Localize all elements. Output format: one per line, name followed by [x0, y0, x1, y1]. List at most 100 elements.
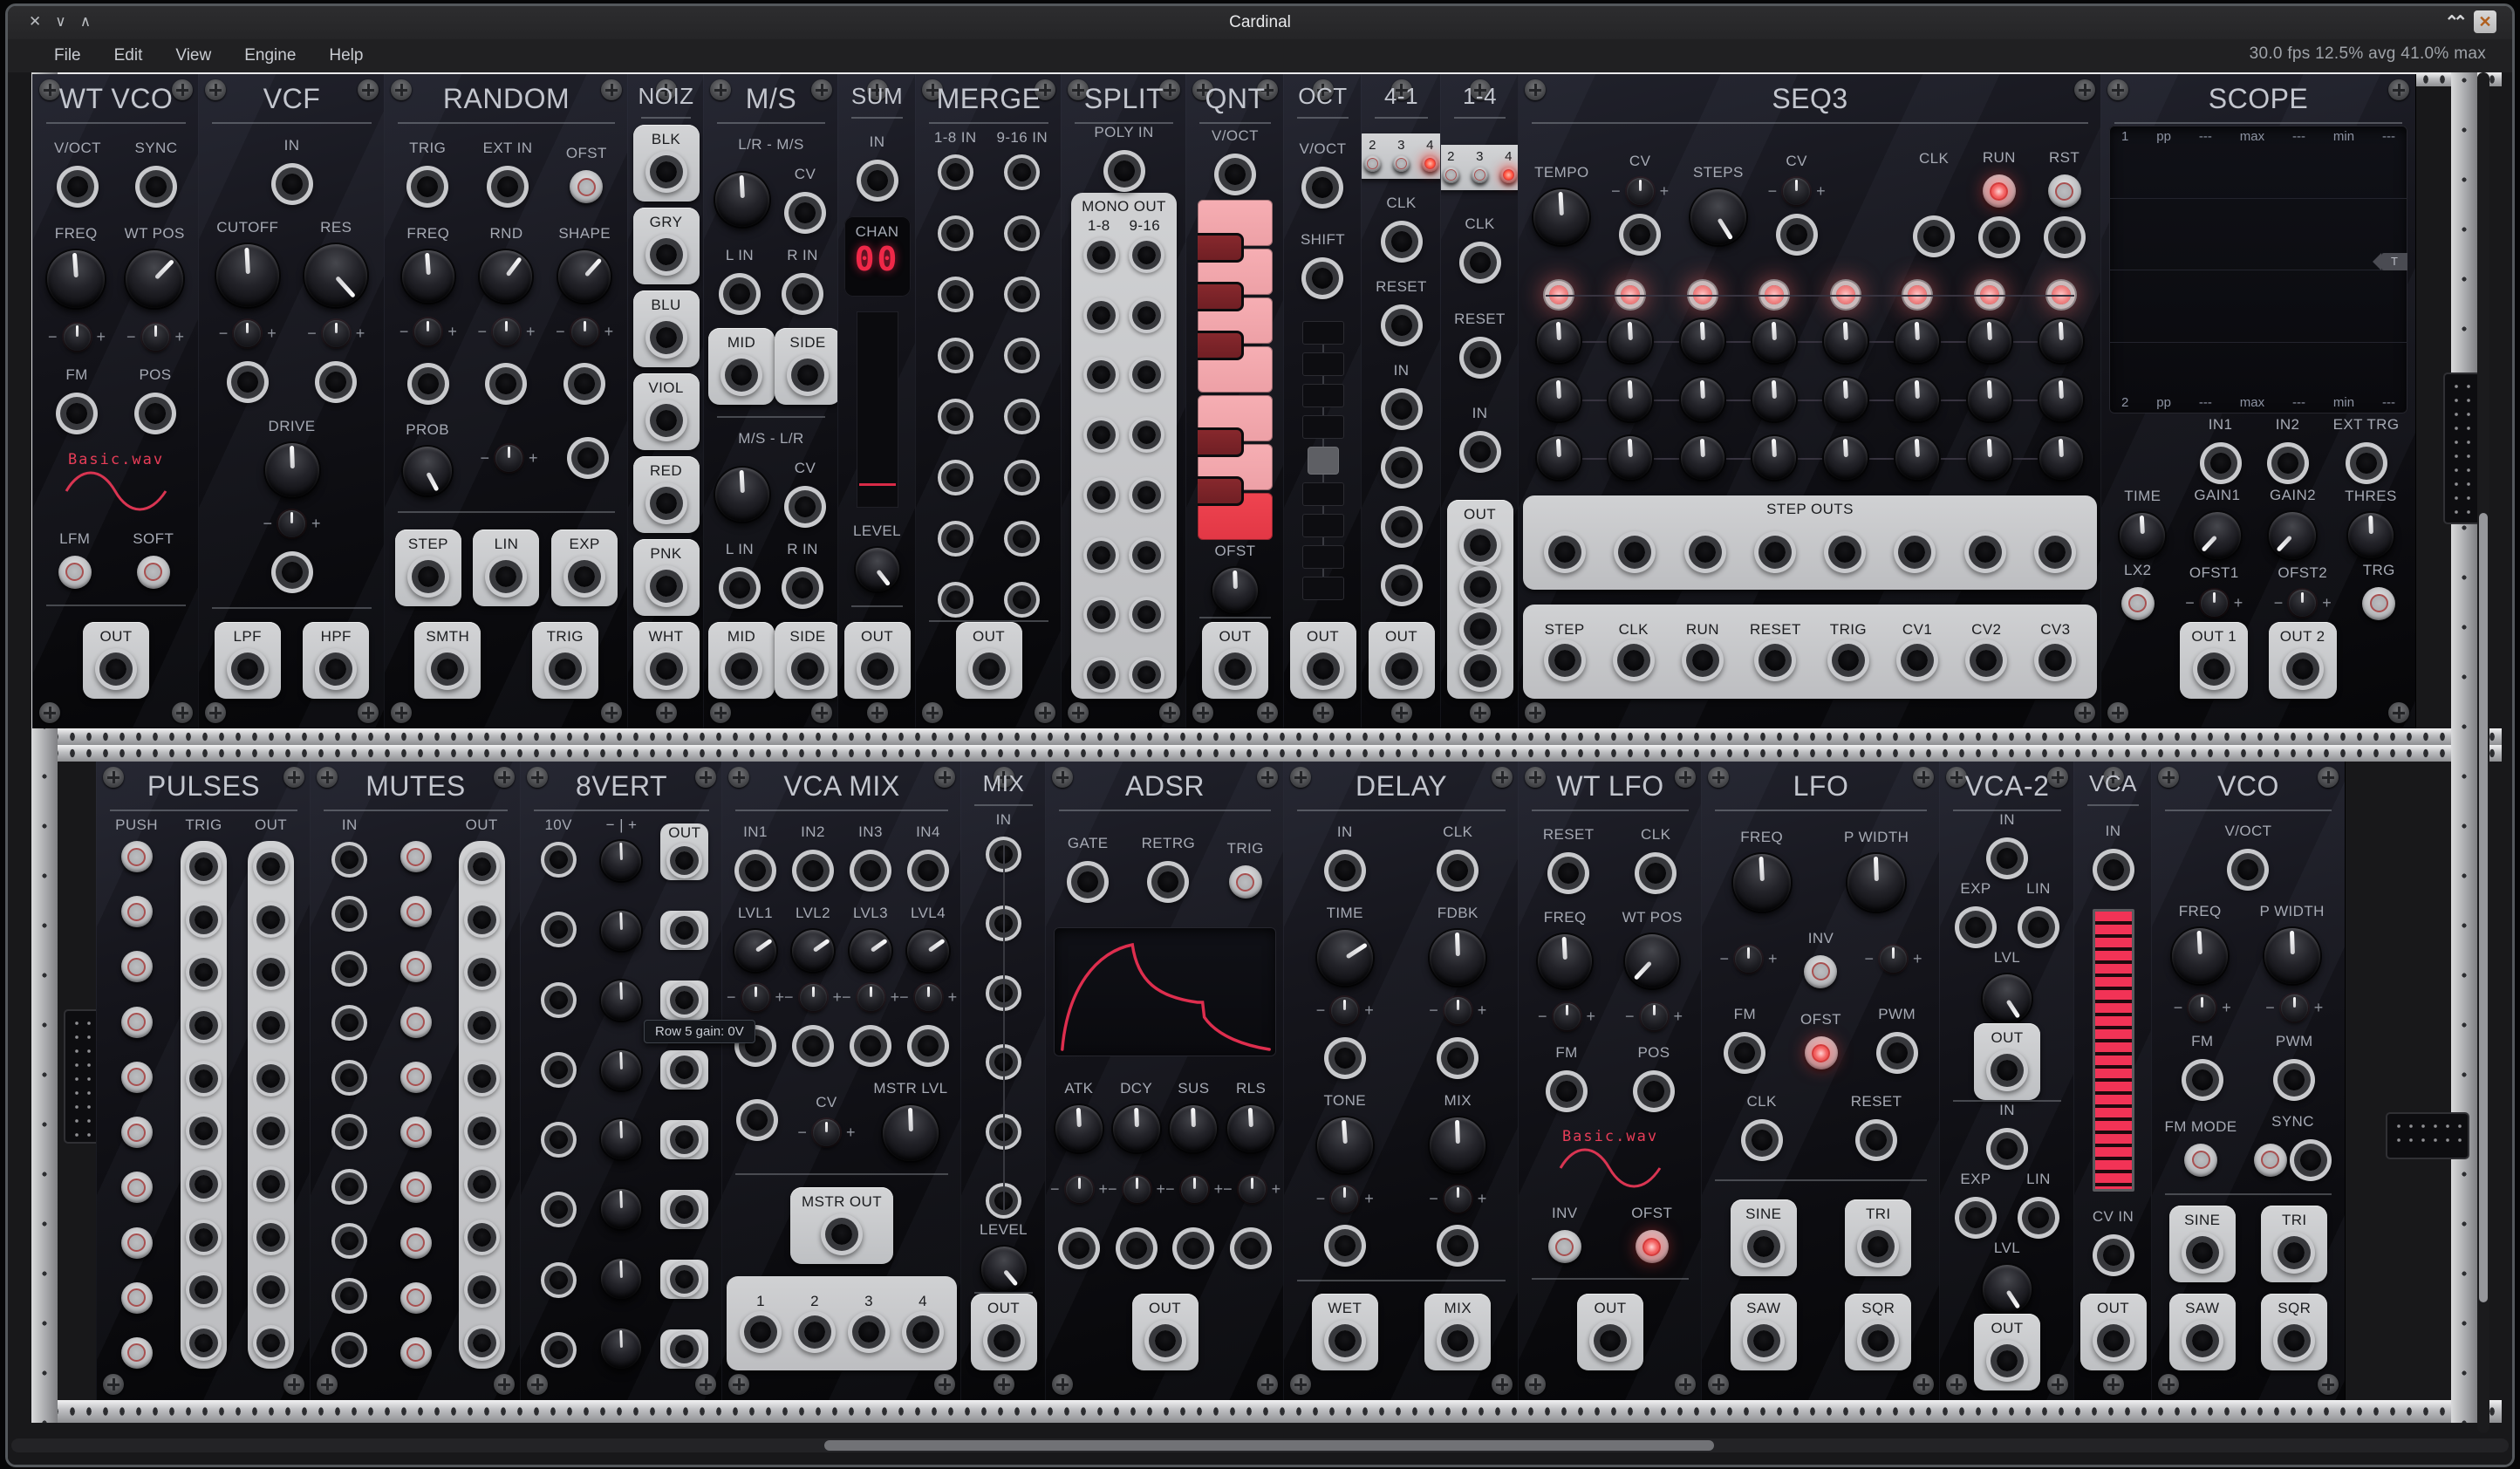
- wt-lfo-inv-button[interactable]: [1548, 1230, 1581, 1263]
- mutes-mute-button-7[interactable]: [400, 1172, 432, 1203]
- mix-in-1-port[interactable]: [994, 845, 1013, 864]
- m4-1-reset-port[interactable]: [1391, 315, 1412, 336]
- noiz-blk-port[interactable]: [656, 161, 677, 182]
- mutes-out-9-port[interactable]: [473, 1281, 491, 1299]
- vca-mix-3-port[interactable]: [858, 1322, 879, 1343]
- pulses-out-8-port[interactable]: [262, 1228, 280, 1247]
- adsr-trim-trim-knob[interactable]: [1123, 1176, 1151, 1203]
- mutes-out-6-port[interactable]: [473, 1122, 491, 1140]
- lfo-fm-port[interactable]: [1734, 1042, 1755, 1063]
- delay-in-port[interactable]: [1335, 860, 1356, 881]
- mutes-mute-button-10[interactable]: [400, 1337, 432, 1369]
- seq3-knob-knob[interactable]: [1608, 436, 1652, 480]
- qnt-black-key[interactable]: [1198, 233, 1244, 263]
- mutes-in-8-port[interactable]: [340, 1232, 359, 1250]
- seq3-knob-knob[interactable]: [1752, 378, 1796, 421]
- qnt-ofst-knob[interactable]: [1212, 568, 1258, 613]
- adsr-trim-trim-knob[interactable]: [1066, 1176, 1093, 1203]
- adsr-rls-knob[interactable]: [1227, 1105, 1274, 1152]
- seq3-knob-knob[interactable]: [1681, 436, 1724, 480]
- seq3-knob-knob[interactable]: [1681, 378, 1724, 421]
- ms-r-in-port[interactable]: [792, 284, 813, 304]
- vca-mix-trim-trim-knob[interactable]: [742, 984, 769, 1011]
- random-shape-knob[interactable]: [558, 250, 611, 303]
- vca-2-out-port[interactable]: [1997, 1350, 2018, 1371]
- m4-1-clk-port[interactable]: [1391, 231, 1412, 252]
- seq3-step-port[interactable]: [1554, 650, 1575, 671]
- ms-knob-knob[interactable]: [715, 468, 769, 522]
- delay-mix-knob[interactable]: [1430, 1117, 1485, 1173]
- adsr-trig-button[interactable]: [1229, 865, 1262, 898]
- oct-octave-slot-6[interactable]: [1302, 482, 1344, 506]
- lfo-inv-button[interactable]: [1804, 955, 1837, 988]
- noiz-blu-port[interactable]: [656, 327, 677, 348]
- scope-ofst2-trim-knob[interactable]: [2289, 590, 2316, 617]
- random-freq-knob[interactable]: [402, 250, 454, 303]
- seq3-knob-knob[interactable]: [1895, 378, 1939, 421]
- seq3-knob-knob[interactable]: [1968, 319, 2011, 363]
- pulses-push-button-2[interactable]: [121, 896, 153, 927]
- ms-l-in-port[interactable]: [729, 577, 750, 598]
- 8vert-out-7-port[interactable]: [675, 1270, 693, 1288]
- vca-mix-trim-trim-knob[interactable]: [915, 984, 942, 1011]
- seq3-step-out-5-port[interactable]: [1834, 542, 1855, 563]
- vca-mix-in3-port[interactable]: [860, 860, 881, 881]
- delay-clk-port[interactable]: [1447, 860, 1468, 881]
- 8vert-out-2-port[interactable]: [675, 921, 693, 939]
- split-1-8-out-2-port[interactable]: [1092, 306, 1110, 325]
- seq3-knob-knob[interactable]: [1681, 319, 1724, 363]
- pulses-trig-4-port[interactable]: [195, 1016, 213, 1035]
- wt-vco-trim-trim-knob[interactable]: [64, 324, 91, 351]
- m4-1-select-2-button[interactable]: [1364, 155, 1381, 172]
- vcf-hpf-port[interactable]: [325, 659, 346, 680]
- seq3-knob-knob[interactable]: [1824, 436, 1868, 480]
- wt-vco-trim-trim-knob[interactable]: [142, 324, 169, 351]
- split-9-16-out-3-port[interactable]: [1137, 366, 1156, 384]
- seq3-run-port[interactable]: [1692, 650, 1713, 671]
- seq3-knob-knob[interactable]: [1537, 436, 1581, 480]
- mutes-in-10-port[interactable]: [340, 1341, 359, 1359]
- 8vert-out-5-port[interactable]: [675, 1131, 693, 1149]
- seq3-cv-port[interactable]: [1989, 227, 2010, 248]
- pulses-out-6-port[interactable]: [262, 1122, 280, 1140]
- seq3-step-out-8-port[interactable]: [2045, 542, 2066, 563]
- 8vert-in-4-port[interactable]: [550, 1061, 568, 1079]
- scope-trigger-marker[interactable]: T: [2381, 253, 2407, 270]
- vcf-trim-trim-knob[interactable]: [234, 320, 261, 347]
- oct-octave-slot-7[interactable]: [1302, 514, 1344, 537]
- wt-lfo-freq-knob[interactable]: [1538, 934, 1592, 988]
- split-1-8-out-7-port[interactable]: [1092, 605, 1110, 624]
- noiz-wht-port[interactable]: [656, 659, 677, 680]
- adsr-sus-knob[interactable]: [1170, 1105, 1217, 1152]
- 8vert-out-8-port[interactable]: [675, 1340, 693, 1358]
- vca-mix-trim-trim-knob[interactable]: [800, 984, 827, 1011]
- scope-in1-port[interactable]: [2210, 453, 2231, 474]
- noiz-viol-port[interactable]: [656, 410, 677, 431]
- mutes-in-2-port[interactable]: [340, 905, 359, 923]
- 8vert-out-6-port[interactable]: [675, 1200, 693, 1219]
- lfo-clk-port[interactable]: [1752, 1130, 1772, 1151]
- merge-1-8-in-2-port[interactable]: [946, 224, 965, 243]
- adsr-trim-trim-knob[interactable]: [1181, 1176, 1208, 1203]
- vca-in-port[interactable]: [2103, 859, 2124, 880]
- menu-help[interactable]: Help: [312, 41, 379, 71]
- delay-fdbk-knob[interactable]: [1430, 930, 1485, 986]
- pulses-trig-6-port[interactable]: [195, 1122, 213, 1140]
- random-trig-port[interactable]: [555, 659, 576, 680]
- oct-v-oct-port[interactable]: [1312, 177, 1333, 198]
- ms-mid-port[interactable]: [731, 365, 752, 386]
- random-lin-port[interactable]: [495, 566, 516, 587]
- vco-trim-trim-knob[interactable]: [2189, 994, 2216, 1021]
- vertical-scrollbar[interactable]: [2477, 72, 2489, 1433]
- oct-octave-slot-9[interactable]: [1302, 577, 1344, 600]
- m1-4-clk-port[interactable]: [1470, 252, 1491, 273]
- vca-2-exp-port[interactable]: [1965, 1207, 1986, 1228]
- 8vert-out-1-port[interactable]: [675, 851, 693, 870]
- pulses-push-button-8[interactable]: [121, 1227, 153, 1259]
- oct-octave-slot-8[interactable]: [1302, 545, 1344, 569]
- vco-cv-port[interactable]: [2300, 1150, 2321, 1171]
- wt-lfo-fm-port[interactable]: [1556, 1081, 1577, 1102]
- wt-vco-v-oct-port[interactable]: [67, 176, 88, 197]
- seq3-cv1-port[interactable]: [1907, 650, 1928, 671]
- pulses-push-button-5[interactable]: [121, 1062, 153, 1093]
